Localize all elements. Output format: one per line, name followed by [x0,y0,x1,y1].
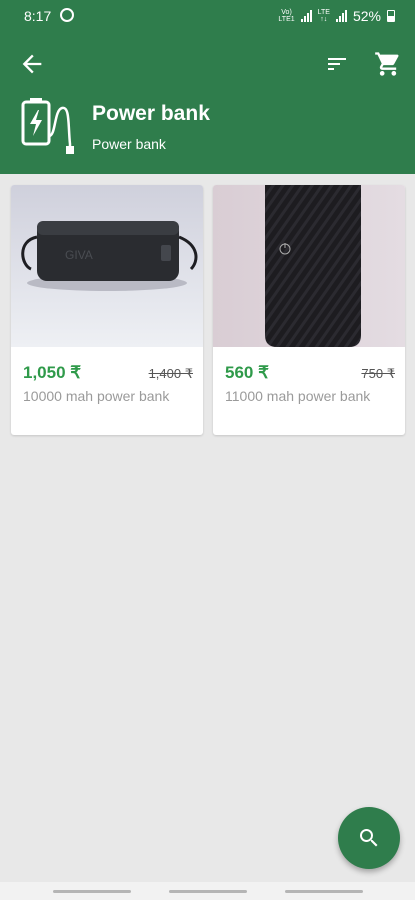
svg-text:GIVA: GIVA [65,248,93,262]
status-indicators: Vo) LTE1 LTE ↑↓ 52% [278,8,395,24]
volte-icon: Vo) LTE1 [278,9,295,23]
system-nav-bar [0,882,415,900]
power-bank-icon [21,98,74,154]
battery-icon [387,10,395,22]
product-image: GIVA [11,185,203,347]
product-image [213,185,405,347]
nav-home-button[interactable] [169,890,247,893]
arrow-back-icon[interactable] [18,50,46,78]
product-card[interactable]: 560 ₹ 750 ₹ 11000 mah power bank [213,185,405,435]
product-old-price: 750 ₹ [361,366,395,381]
sort-icon[interactable] [324,52,350,76]
product-card[interactable]: GIVA 1,050 ₹ 1,400 ₹ 10000 mah power ban… [11,185,203,435]
product-price: 1,050 ₹ [23,363,82,382]
status-time: 8:17 [24,8,52,24]
shopping-cart-icon[interactable] [374,50,402,78]
status-bar: 8:17 Vo) LTE1 LTE ↑↓ 52% [0,0,415,32]
app-header: Power bank Power bank [0,32,415,174]
battery-level: 52% [352,8,381,24]
product-name: 10000 mah power bank [23,388,170,404]
search-icon [360,829,378,847]
page-subtitle: Power bank [92,136,166,152]
nav-back-button[interactable] [285,890,363,893]
product-name: 11000 mah power bank [225,388,371,404]
lte-icon: LTE ↑↓ [317,9,330,23]
signal-icon [300,10,312,22]
page-title: Power bank [92,102,210,125]
nav-recents-button[interactable] [53,890,131,893]
signal-2-icon [335,10,347,22]
search-button[interactable] [338,807,400,869]
product-old-price: 1,400 ₹ [148,366,193,381]
product-price: 560 ₹ [225,363,269,382]
whatsapp-icon [60,8,74,22]
